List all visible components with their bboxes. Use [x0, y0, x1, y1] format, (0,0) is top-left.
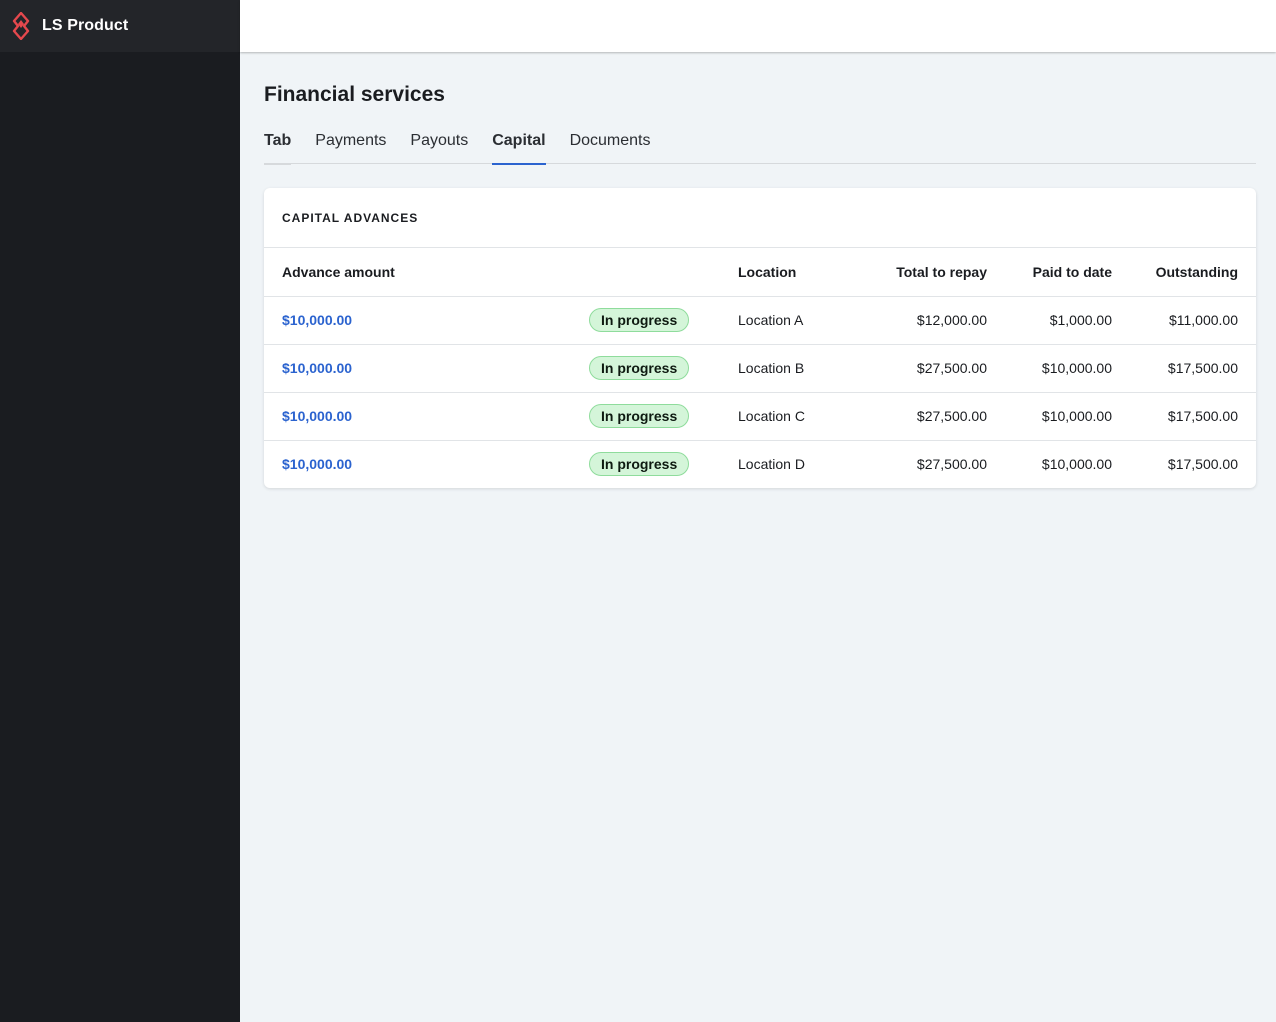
- outstanding-cell: $17,500.00: [1112, 392, 1256, 441]
- column-header-advance-amount: Advance amount: [264, 248, 554, 297]
- tab-capital[interactable]: Capital: [492, 131, 546, 165]
- table-header-row: Advance amount Location Total to repay P…: [264, 248, 1256, 297]
- location-cell: Location D: [738, 456, 805, 473]
- card-title: CAPITAL ADVANCES: [282, 210, 419, 225]
- brand-header[interactable]: LS Product: [0, 0, 240, 52]
- total-to-repay-cell: $27,500.00: [916, 456, 987, 473]
- flame-logo-icon: [11, 11, 31, 41]
- sidebar: LS Product: [0, 0, 240, 1022]
- capital-advances-table: Advance amount Location Total to repay P…: [264, 248, 1256, 488]
- top-bar: [240, 0, 1276, 52]
- paid-to-date-cell: $10,000.00: [987, 344, 1112, 393]
- page-title: Financial services: [264, 83, 445, 106]
- table-row: $10,000.00 In progress Location B $27,50…: [264, 344, 1256, 393]
- outstanding-cell: $17,500.00: [1167, 456, 1238, 473]
- app-name: LS Product: [42, 17, 129, 34]
- advance-amount-link[interactable]: $10,000.00: [282, 312, 352, 328]
- main-content: Financial services Tab Payments Payouts …: [264, 52, 1256, 488]
- table-row: $10,000.00 In progress Location A $12,00…: [264, 296, 1256, 345]
- column-header-paid-to-date: Paid to date: [987, 248, 1112, 297]
- outstanding-cell: $11,000.00: [1112, 296, 1256, 345]
- table-row: $10,000.00 In progress Location C $27,50…: [264, 392, 1256, 441]
- location-cell: Location A: [738, 296, 858, 345]
- card-header: CAPITAL ADVANCES: [264, 188, 1256, 248]
- status-badge: In progress: [589, 356, 690, 380]
- tab-bar: Tab Payments Payouts Capital Documents: [264, 131, 1256, 165]
- column-header-status: [554, 248, 738, 297]
- total-to-repay-cell: $12,000.00: [858, 296, 987, 345]
- status-badge: In progress: [589, 308, 690, 332]
- tab-payments[interactable]: Payments: [315, 131, 386, 164]
- column-header-location: Location: [738, 248, 858, 297]
- column-header-total-to-repay: Total to repay: [858, 248, 987, 297]
- advance-amount-link[interactable]: $10,000.00: [282, 408, 352, 424]
- column-header-outstanding: Outstanding: [1112, 248, 1256, 297]
- paid-to-date-cell: $1,000.00: [987, 296, 1112, 345]
- paid-to-date-cell: $10,000.00: [987, 392, 1112, 441]
- tab-documents[interactable]: Documents: [570, 131, 651, 164]
- paid-to-date-cell: $10,000.00: [1041, 456, 1112, 473]
- advance-amount-link[interactable]: $10,000.00: [282, 456, 352, 472]
- advance-amount-link[interactable]: $10,000.00: [282, 360, 352, 376]
- status-badge: In progress: [589, 404, 690, 428]
- location-cell: Location C: [738, 392, 858, 441]
- total-to-repay-cell: $27,500.00: [858, 344, 987, 393]
- capital-advances-card: CAPITAL ADVANCES Advance amount Location…: [264, 188, 1256, 488]
- tab-payouts[interactable]: Payouts: [410, 131, 468, 164]
- table-row: $10,000.00 In progress Location D $27,50…: [264, 440, 1256, 488]
- status-badge: In progress: [589, 452, 690, 477]
- tab-tab[interactable]: Tab: [264, 131, 292, 165]
- outstanding-cell: $17,500.00: [1112, 344, 1256, 393]
- total-to-repay-cell: $27,500.00: [858, 392, 987, 441]
- location-cell: Location B: [738, 344, 858, 393]
